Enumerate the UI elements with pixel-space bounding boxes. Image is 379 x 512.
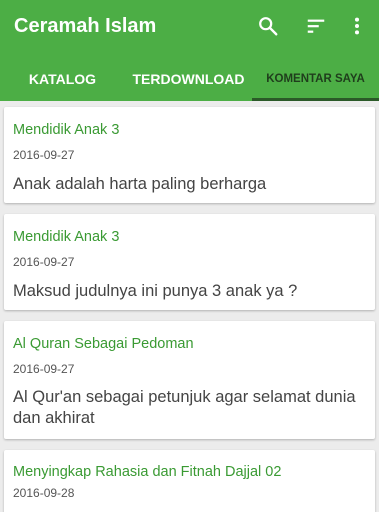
app-title: Ceramah Islam [14,15,157,37]
comment-lecture-title: Al Quran Sebagai Pedoman [13,336,194,352]
comment-date: 2016-09-27 [13,148,75,162]
comment-text: Maksud judulnya ini punya 3 anak ya ? [13,282,298,300]
sort-button[interactable] [300,10,332,42]
more-vert-icon [354,17,360,35]
tab-komentar-saya[interactable]: KOMENTAR SAYA [252,56,379,101]
tab-katalog[interactable]: KATALOG [0,56,125,101]
tab-terdownload[interactable]: TERDOWNLOAD [125,56,252,101]
comment-lecture-title: Menyingkap Rahasia dan Fitnah Dajjal 02 [13,464,282,480]
comment-card[interactable]: Mendidik Anak 3 2016-09-27 Anak adalah h… [4,107,375,203]
comment-card[interactable]: Mendidik Anak 3 2016-09-27 Maksud juduln… [4,214,375,310]
comment-card[interactable]: Menyingkap Rahasia dan Fitnah Dajjal 02 … [4,450,375,512]
comment-lecture-title: Mendidik Anak 3 [13,229,120,245]
sort-icon [307,19,325,33]
comment-date: 2016-09-27 [13,362,75,376]
app-bar: Ceramah Islam KATALOG TERDOWNLOAD KOMENT… [0,0,379,101]
comment-lecture-title: Mendidik Anak 3 [13,122,120,138]
comment-text: Al Qur'an sebagai petunjuk agar selamat … [13,388,356,427]
comment-text: Anak adalah harta paling berharga [13,175,267,193]
search-icon [259,17,278,36]
comment-list[interactable]: Mendidik Anak 3 2016-09-27 Anak adalah h… [0,101,379,512]
search-button[interactable] [252,10,284,42]
tab-bar: KATALOG TERDOWNLOAD KOMENTAR SAYA [0,56,379,101]
comment-card[interactable]: Al Quran Sebagai Pedoman 2016-09-27 Al Q… [4,321,375,439]
comment-date: 2016-09-27 [13,255,75,269]
more-options-button[interactable] [341,10,373,42]
comment-date: 2016-09-28 [13,486,75,500]
